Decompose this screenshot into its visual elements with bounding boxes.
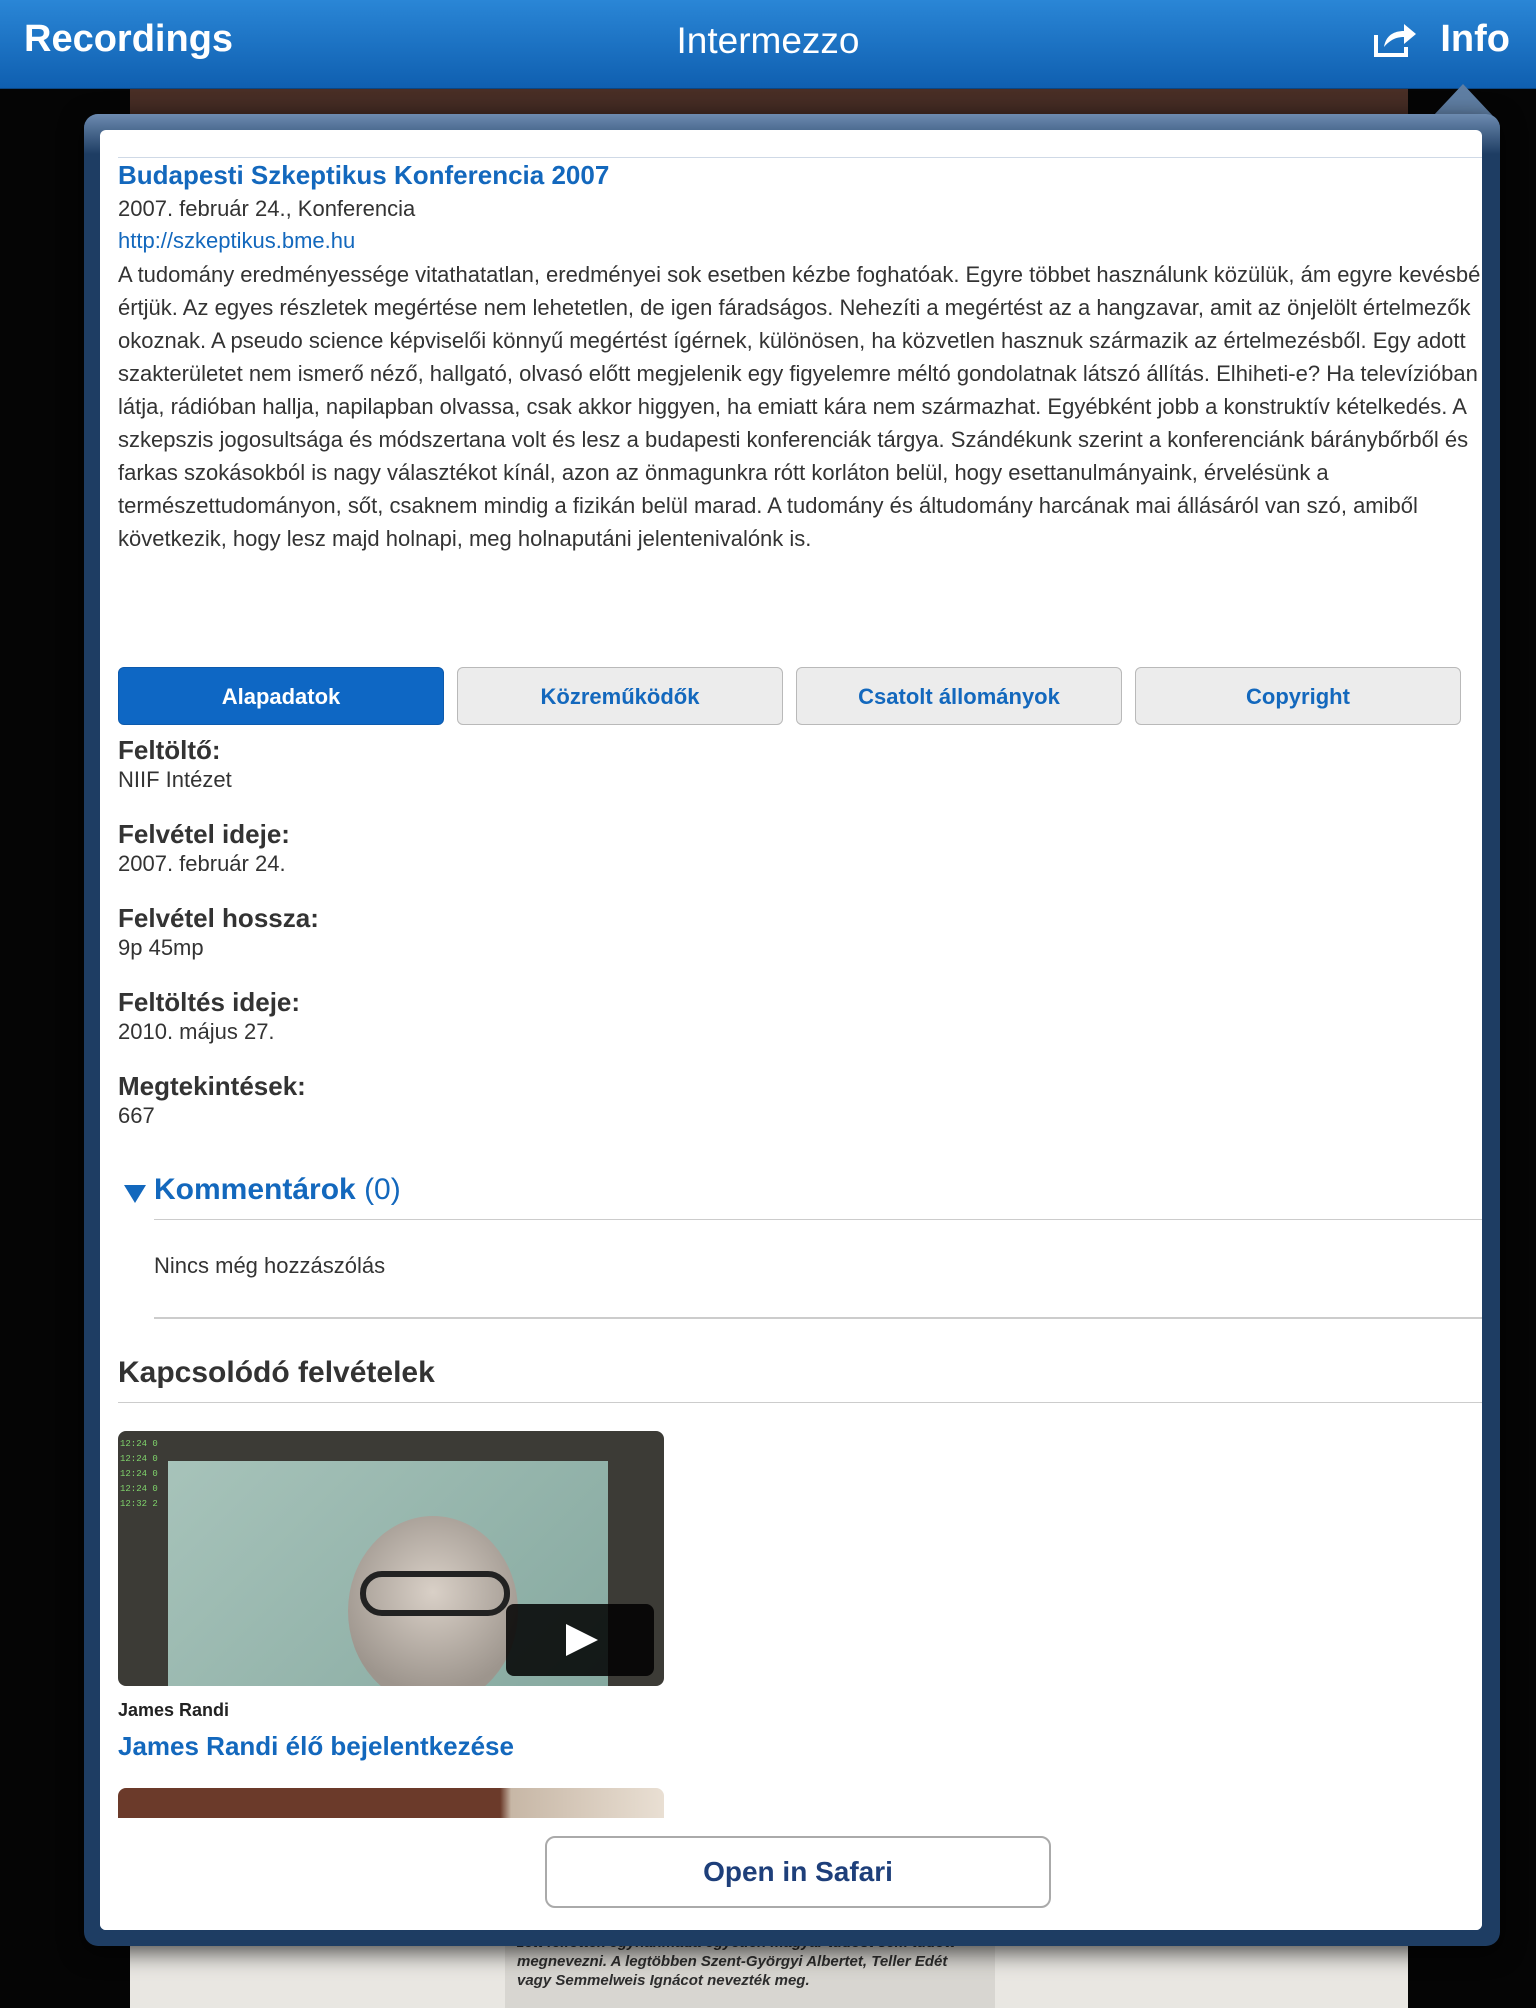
open-in-safari-button[interactable]: Open in Safari [545, 1836, 1051, 1908]
share-icon[interactable] [1372, 21, 1418, 59]
tab-bar: Alapadatok Közreműködők Csatolt állomány… [118, 667, 1482, 727]
tab-alapadatok[interactable]: Alapadatok [118, 667, 444, 725]
play-icon [566, 1624, 598, 1656]
field-label-views: Megtekintések: [118, 1071, 306, 1101]
comments-title[interactable]: Kommentárok (0) [154, 1173, 401, 1207]
comments-label: Kommentárok [154, 1173, 356, 1206]
disclosure-triangle-icon[interactable] [124, 1185, 146, 1203]
metadata-fields: Feltöltő: NIIF Intézet Felvétel ideje: 2… [118, 735, 319, 1155]
related-author: James Randi [118, 1700, 230, 1720]
comments-divider [154, 1219, 1482, 1220]
field-value-uploader: NIIF Intézet [118, 767, 232, 792]
conference-title[interactable]: Budapesti Szkeptikus Konferencia 2007 [118, 160, 609, 191]
thumbnail-glasses [360, 1571, 510, 1616]
field-label-uploader: Feltöltő: [118, 735, 221, 765]
no-comments-text: Nincs még hozzászólás [154, 1253, 386, 1278]
navigation-bar: Recordings Intermezzo Info [0, 0, 1536, 89]
field-label-duration: Felvétel hossza: [118, 903, 319, 933]
info-popover: Budapesti Szkeptikus Konferencia 2007 20… [100, 130, 1482, 1930]
field-value-views: 667 [118, 1103, 155, 1128]
related-video-thumbnail[interactable]: 12:24 0 12:24 0 12:24 0 12:24 0 12:32 2 [118, 1431, 664, 1686]
conference-description: A tudomány eredményessége vitathatatlan,… [118, 262, 1481, 551]
conference-date: 2007. február 24., Konferencia [118, 196, 416, 221]
conference-url-link[interactable]: http://szkeptikus.bme.hu [118, 228, 355, 254]
comments-count: (0) [364, 1173, 401, 1206]
thumbnail-timecode: 12:24 0 12:24 0 12:24 0 12:24 0 12:32 2 [120, 1439, 158, 1509]
comments-bottom-divider [154, 1317, 1482, 1319]
related-divider [118, 1402, 1482, 1403]
tab-kozremukodok[interactable]: Közreműködők [457, 667, 783, 725]
field-label-recording-date: Felvétel ideje: [118, 819, 290, 849]
field-value-duration: 9p 45mp [118, 935, 204, 960]
tab-csatolt-allomanyok[interactable]: Csatolt állományok [796, 667, 1122, 725]
play-button[interactable] [506, 1604, 654, 1676]
info-label: Info [1440, 18, 1510, 60]
field-label-upload-date: Feltöltés ideje: [118, 987, 301, 1017]
nav-title: Intermezzo [676, 20, 860, 61]
related-title-link[interactable]: James Randi élő bejelentkezése [118, 1731, 514, 1762]
tab-copyright[interactable]: Copyright [1135, 667, 1461, 725]
field-value-upload-date: 2010. május 27. [118, 1019, 275, 1044]
related-recordings-heading: Kapcsolódó felvételek [118, 1356, 435, 1389]
popover-arrow [1433, 84, 1493, 116]
top-divider [118, 157, 1482, 158]
info-button[interactable]: Info [1372, 18, 1510, 61]
field-value-recording-date: 2007. február 24. [118, 851, 286, 876]
